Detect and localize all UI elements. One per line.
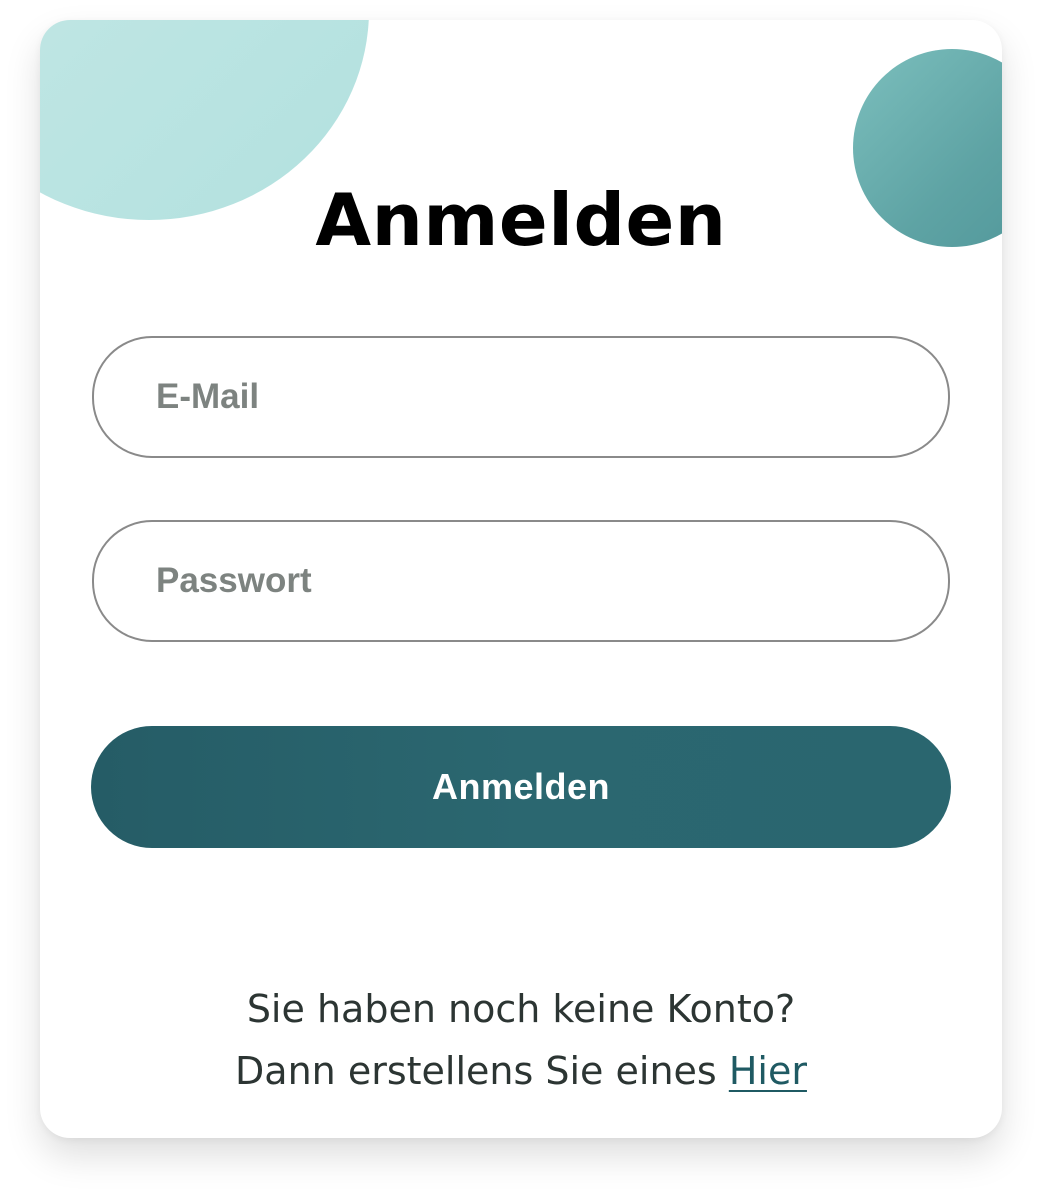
register-prompt-line1: Sie haben noch keine Konto?: [246, 987, 796, 1031]
register-link[interactable]: Hier: [729, 1049, 807, 1093]
register-prompt-line2: Dann erstellens Sie eines Hier: [40, 1040, 1002, 1102]
login-card: Anmelden Anmelden Sie haben noch keine K…: [40, 20, 1002, 1138]
login-button[interactable]: Anmelden: [91, 726, 951, 848]
register-prompt: Sie haben noch keine Konto? Dann erstell…: [40, 978, 1002, 1102]
page-title: Anmelden: [315, 178, 727, 262]
password-field[interactable]: [94, 522, 948, 640]
page: Anmelden Anmelden Sie haben noch keine K…: [0, 0, 1042, 1198]
email-field-wrapper: [92, 336, 950, 458]
email-field[interactable]: [94, 338, 948, 456]
password-field-wrapper: [92, 520, 950, 642]
register-prompt-text: Dann erstellens Sie eines: [235, 1049, 717, 1093]
